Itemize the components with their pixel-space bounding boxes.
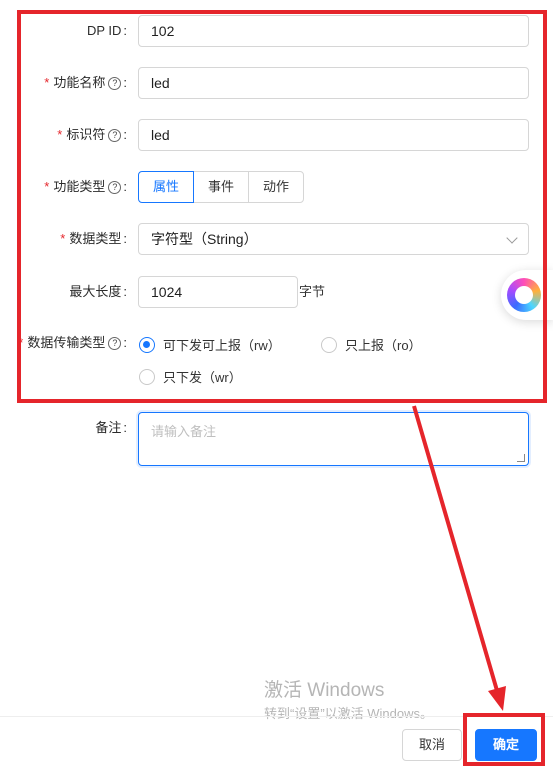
- remark-label-text: 备注: [95, 420, 122, 435]
- activation-watermark-subtitle: 转到“设置”以激活 Windows。: [264, 706, 434, 721]
- remark-placeholder: 请输入备注: [151, 424, 217, 439]
- annotation-highlight-form: [17, 10, 547, 403]
- remark-label: 备注:: [95, 412, 127, 444]
- activation-watermark-title: 激活 Windows: [264, 680, 385, 701]
- resize-grip-icon[interactable]: [517, 454, 525, 462]
- annotation-arrow-head: [488, 686, 506, 711]
- remark-textarea[interactable]: 请输入备注: [138, 412, 529, 466]
- cancel-button[interactable]: 取消: [402, 729, 462, 761]
- annotation-highlight-confirm: [463, 713, 545, 766]
- segment-property[interactable]: 属性: [138, 171, 195, 203]
